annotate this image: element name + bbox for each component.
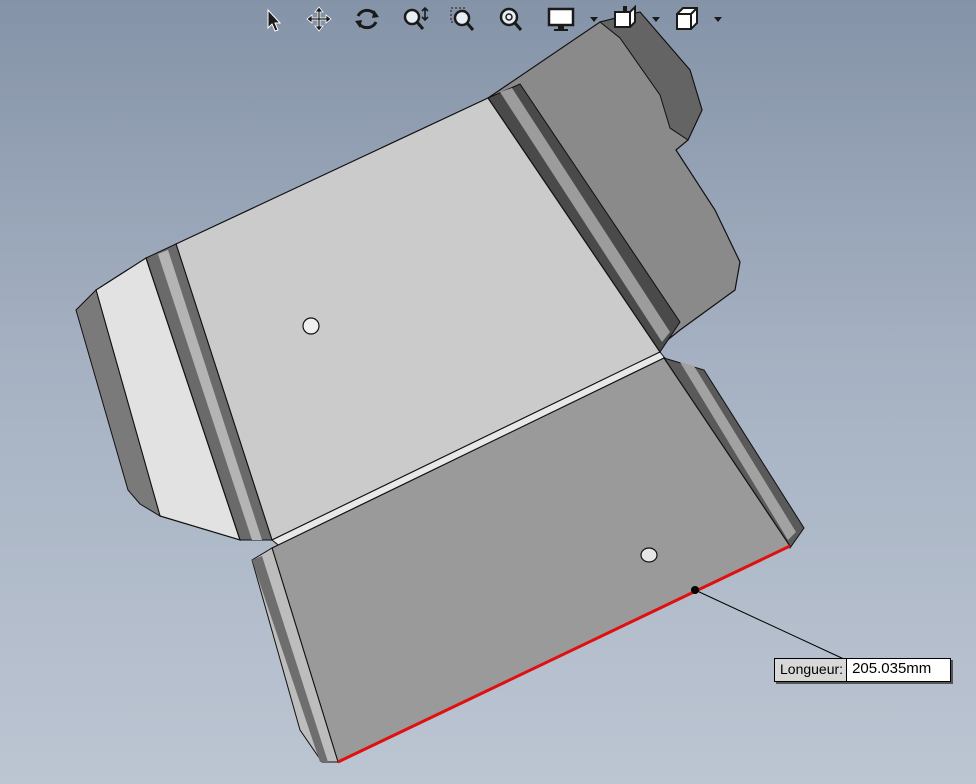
section-view-icon[interactable] xyxy=(610,4,640,34)
zoom-fit-icon[interactable] xyxy=(496,4,526,34)
measurement-anchor-point xyxy=(691,586,699,594)
view-cube-icon[interactable] xyxy=(672,4,702,34)
zoom-dynamic-icon[interactable] xyxy=(400,4,430,34)
display-monitor-icon[interactable] xyxy=(546,4,576,34)
zoom-window-icon[interactable] xyxy=(448,4,478,34)
upper-hole[interactable] xyxy=(302,317,320,335)
display-dropdown-icon[interactable] xyxy=(590,15,598,23)
heads-up-view-toolbar xyxy=(256,0,736,38)
view-cube-dropdown-icon[interactable] xyxy=(714,15,722,23)
lower-hole[interactable] xyxy=(640,547,658,563)
measurement-callout[interactable]: Longueur: 205.035mm xyxy=(774,658,952,682)
measurement-value: 205.035mm xyxy=(847,659,951,681)
measurement-label: Longueur: xyxy=(775,659,848,681)
rotate-icon[interactable] xyxy=(352,4,382,34)
section-dropdown-icon[interactable] xyxy=(652,15,660,23)
measurement-leader-line xyxy=(694,589,847,661)
select-arrow-icon[interactable] xyxy=(258,4,288,34)
pan-icon[interactable] xyxy=(304,4,334,34)
